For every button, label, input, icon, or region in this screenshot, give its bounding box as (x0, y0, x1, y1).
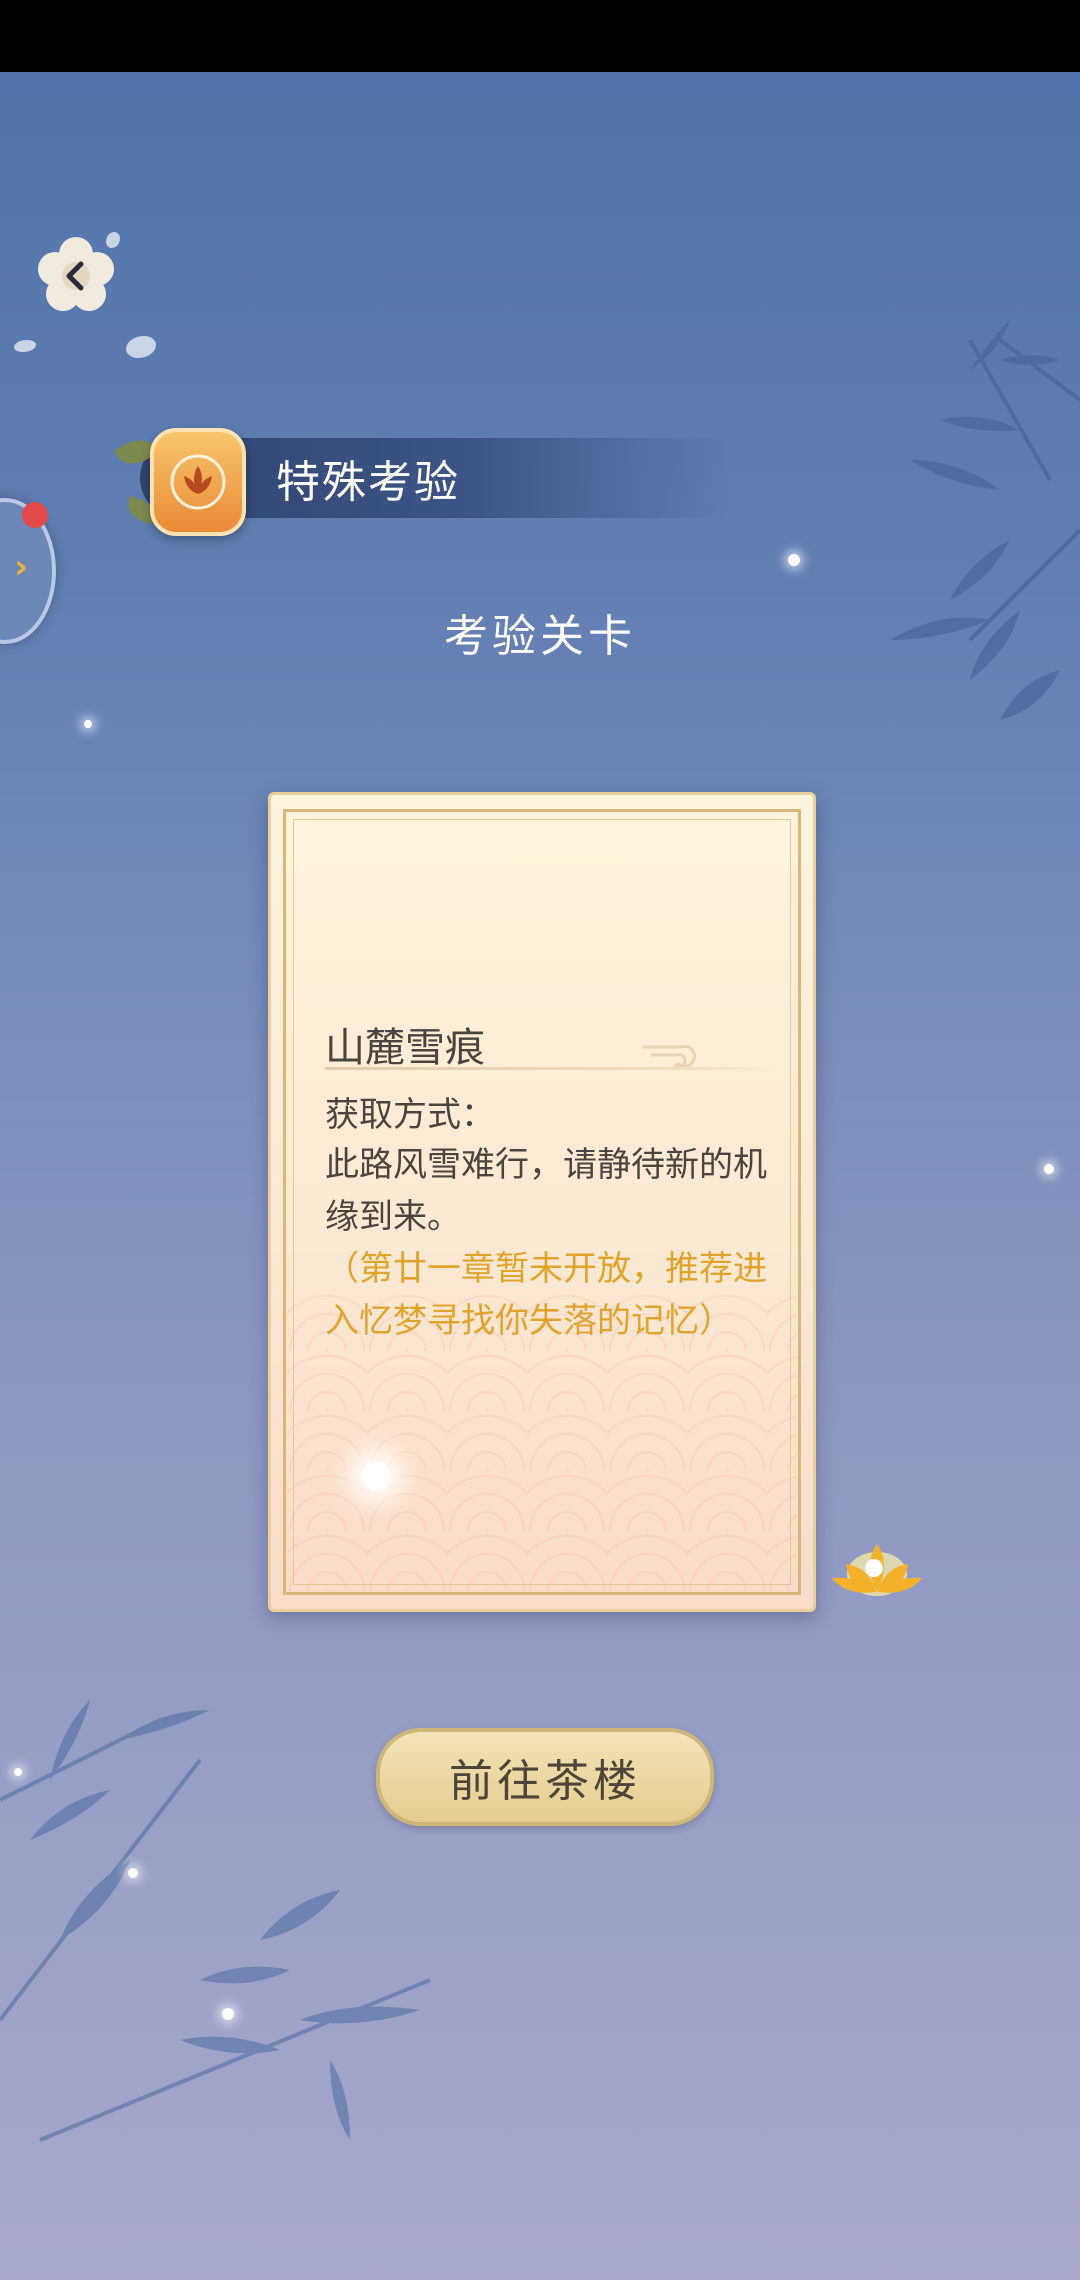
stage-title: 山麓雪痕 (325, 1025, 485, 1071)
sparkle (788, 554, 800, 566)
sparkle (84, 720, 92, 728)
section-emblem (150, 428, 246, 536)
bamboo-decoration-bottom-left (0, 1700, 431, 2142)
screen: › 特殊考验 考验关卡 山麓雪痕 获取方式： 此路风雪难行，请静待新的机缘到来。… (0, 0, 1080, 2280)
stage-card: 山麓雪痕 获取方式： 此路风雪难行，请静待新的机缘到来。 （第廿一章暂未开放，推… (268, 792, 816, 1612)
card-divider (325, 1067, 785, 1070)
sparkle (14, 1768, 22, 1776)
stage-subtitle: 考验关卡 (444, 611, 636, 662)
sparkle (1044, 1164, 1054, 1174)
goto-teahouse-button[interactable]: 前往茶楼 (376, 1728, 714, 1826)
acquire-description: 此路风雪难行，请静待新的机缘到来。 (325, 1145, 767, 1237)
notification-dot (22, 502, 48, 528)
goto-teahouse-label: 前往茶楼 (449, 1756, 641, 1807)
golden-lotus-icon (832, 1544, 922, 1596)
section-title: 特殊考验 (276, 457, 460, 508)
status-bar (0, 0, 1080, 72)
bamboo-decoration-top-right (890, 320, 1080, 720)
flower-back-icon (38, 237, 114, 311)
back-button[interactable] (36, 236, 116, 316)
golden-lotus-lantern (822, 1534, 932, 1614)
acquire-label: 获取方式： (325, 1095, 495, 1135)
petal-decoration (14, 340, 36, 352)
cloud-ornament-icon (643, 1044, 696, 1069)
sparkle (222, 2008, 234, 2020)
unlock-hint: （第廿一章暂未开放，推荐进入忆梦寻找你失落的记忆） (325, 1249, 767, 1341)
card-glow (361, 1461, 391, 1491)
sparkle (128, 1868, 138, 1878)
chevron-right-icon: › (14, 547, 29, 587)
lotus-emblem-icon (170, 454, 226, 510)
petal-decoration (126, 336, 156, 358)
